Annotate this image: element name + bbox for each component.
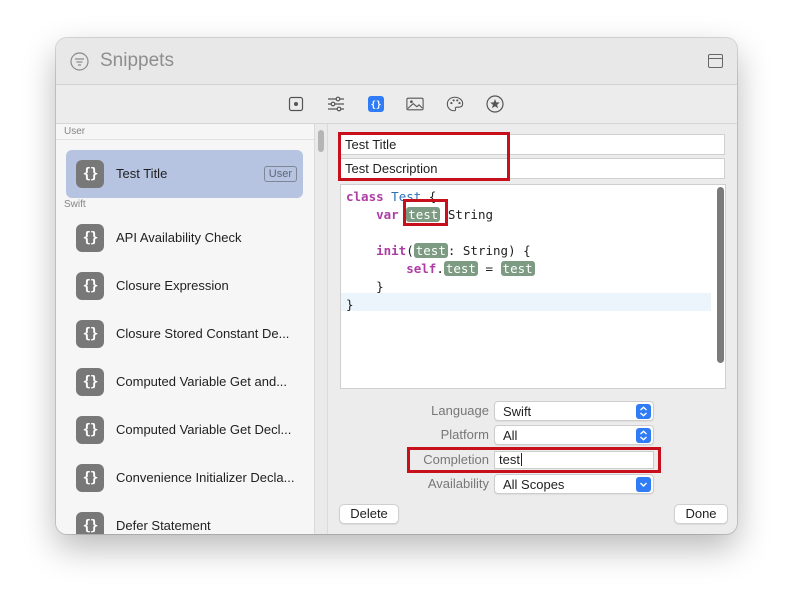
code-text: : String) { bbox=[447, 243, 531, 258]
keyword-token: var bbox=[376, 207, 399, 222]
language-value: Swift bbox=[503, 404, 532, 419]
sidebar-scrollbar[interactable] bbox=[314, 124, 328, 534]
list-item[interactable]: {} Computed Variable Get Decl... bbox=[66, 406, 303, 454]
list-item[interactable]: {} API Availability Check bbox=[66, 214, 303, 262]
editor-scrollbar[interactable] bbox=[717, 187, 724, 363]
type-token: Test bbox=[391, 189, 422, 204]
braces-icon: {} bbox=[76, 416, 104, 444]
section-header-user: User bbox=[64, 126, 86, 137]
availability-popup[interactable]: All Scopes bbox=[494, 474, 654, 494]
chevron-updown-icon bbox=[636, 428, 651, 443]
keyword-token: init bbox=[376, 243, 407, 258]
availability-label: Availability bbox=[427, 476, 489, 491]
snippet-list: User {} Test Title User Swift {} API Ava… bbox=[56, 124, 314, 534]
title-bar: Snippets bbox=[56, 38, 737, 85]
completion-label: Completion bbox=[423, 452, 489, 467]
availability-value: All Scopes bbox=[503, 477, 565, 492]
braces-icon: {} bbox=[76, 272, 104, 300]
list-item[interactable]: {} Closure Expression bbox=[66, 262, 303, 310]
section-header-swift: Swift bbox=[64, 199, 86, 210]
list-item[interactable]: {} Computed Variable Get and... bbox=[66, 358, 303, 406]
library-toolbar: {} bbox=[56, 85, 737, 124]
code-text: } bbox=[376, 279, 384, 294]
language-label: Language bbox=[431, 403, 489, 418]
placeholder-token[interactable]: test bbox=[500, 261, 535, 276]
code-text: String bbox=[440, 207, 494, 222]
braces-icon: {} bbox=[76, 512, 104, 534]
platform-popup[interactable]: All bbox=[494, 425, 654, 445]
code-text: } bbox=[346, 297, 354, 312]
braces-icon: {} bbox=[76, 368, 104, 396]
snippet-title-field[interactable]: Test Title bbox=[340, 134, 725, 155]
placeholder-token[interactable]: test bbox=[443, 261, 478, 276]
chevron-updown-icon bbox=[636, 404, 651, 419]
done-button[interactable]: Done bbox=[674, 504, 728, 524]
list-item-label: Convenience Initializer Decla... bbox=[116, 470, 295, 485]
platform-label: Platform bbox=[440, 427, 489, 442]
placeholder-token[interactable]: test bbox=[413, 243, 448, 258]
keyword-token: self bbox=[406, 261, 437, 276]
user-badge: User bbox=[263, 166, 297, 182]
completion-value: test bbox=[499, 452, 520, 467]
platform-value: All bbox=[503, 428, 518, 443]
chevron-down-icon bbox=[636, 477, 651, 492]
list-item-test-title[interactable]: {} Test Title User bbox=[66, 150, 303, 198]
delete-button[interactable]: Delete bbox=[339, 504, 399, 524]
snippets-window: Snippets {} User {} Test Title User Swif… bbox=[56, 38, 737, 534]
code-text: { bbox=[421, 189, 437, 204]
list-item[interactable]: {} Closure Stored Constant De... bbox=[66, 310, 303, 358]
list-item-label: Defer Statement bbox=[116, 518, 211, 533]
palette-icon[interactable] bbox=[446, 95, 464, 113]
star-icon[interactable] bbox=[486, 95, 504, 113]
window-title: Snippets bbox=[100, 50, 174, 71]
snippet-description-field[interactable]: Test Description bbox=[340, 158, 725, 179]
list-item-label: API Availability Check bbox=[116, 230, 242, 245]
filter-icon[interactable] bbox=[70, 52, 89, 71]
keyword-token: class bbox=[346, 189, 384, 204]
braces-icon[interactable]: {} bbox=[367, 95, 385, 113]
braces-icon: {} bbox=[76, 160, 104, 188]
code-content[interactable]: class Test { var test String init(test: … bbox=[346, 188, 535, 314]
svg-text:{}: {} bbox=[371, 101, 382, 111]
section-divider bbox=[56, 139, 314, 140]
braces-icon: {} bbox=[76, 224, 104, 252]
list-item-label: Computed Variable Get and... bbox=[116, 374, 288, 389]
list-item[interactable]: {} Convenience Initializer Decla... bbox=[66, 454, 303, 502]
list-item[interactable]: {} Defer Statement bbox=[66, 502, 303, 534]
scrollbar-thumb[interactable] bbox=[318, 130, 324, 152]
text-caret bbox=[520, 453, 522, 466]
photo-icon[interactable] bbox=[406, 95, 424, 113]
sidebar-toggle-icon[interactable] bbox=[708, 54, 723, 68]
braces-icon: {} bbox=[76, 464, 104, 492]
braces-icon: {} bbox=[76, 320, 104, 348]
language-popup[interactable]: Swift bbox=[494, 401, 654, 421]
list-item-label: Computed Variable Get Decl... bbox=[116, 422, 292, 437]
code-editor[interactable]: class Test { var test String init(test: … bbox=[340, 184, 726, 389]
sliders-icon[interactable] bbox=[327, 95, 345, 113]
list-item-label: Closure Stored Constant De... bbox=[116, 326, 290, 341]
list-item-label: Closure Expression bbox=[116, 278, 229, 293]
stop-icon[interactable] bbox=[287, 95, 305, 113]
code-text: = bbox=[477, 261, 501, 276]
completion-field[interactable]: test bbox=[494, 451, 654, 469]
placeholder-token[interactable]: test bbox=[406, 207, 441, 222]
